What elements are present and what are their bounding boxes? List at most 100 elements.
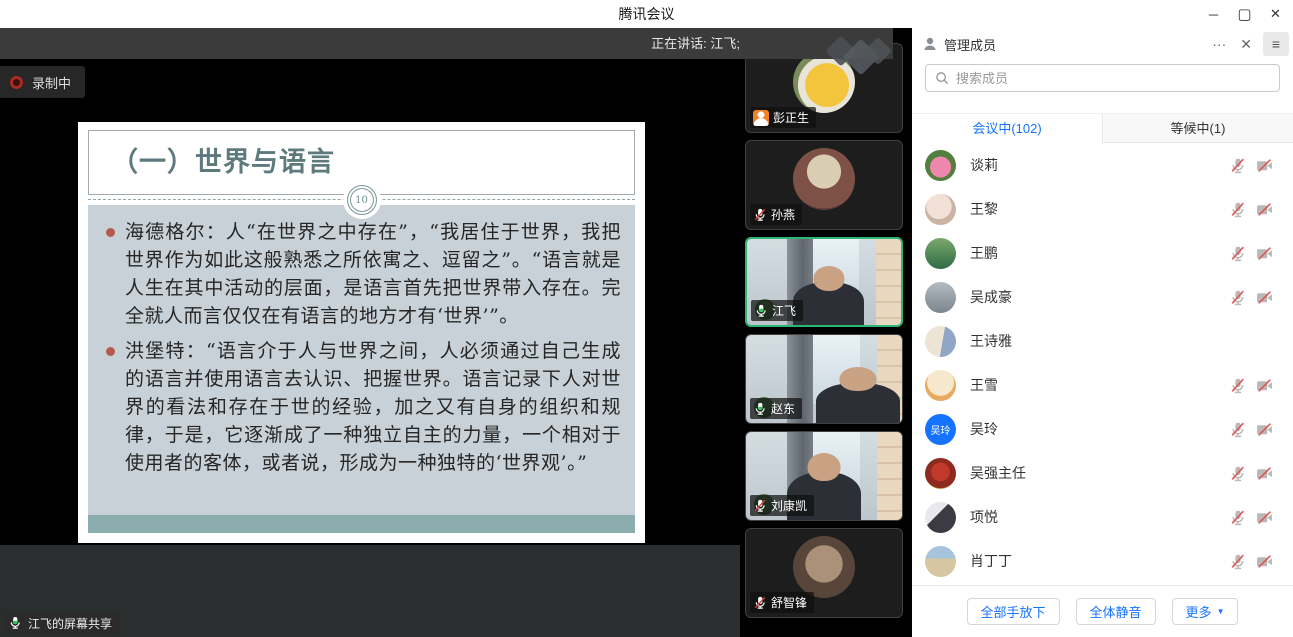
avatar: 吴玲	[925, 414, 956, 445]
member-row[interactable]: 肖丁丁	[912, 539, 1293, 583]
camera-off-icon[interactable]	[1256, 201, 1273, 218]
more-label: 更多	[1186, 602, 1212, 621]
video-thumbnail[interactable]: 舒智锋	[745, 528, 903, 618]
camera-off-icon[interactable]	[1256, 245, 1273, 262]
video-thumbnail[interactable]: 赵东	[745, 334, 903, 424]
participant-name: 刘康凯	[771, 497, 807, 514]
bullet-dot-icon	[106, 347, 115, 356]
member-row[interactable]: 吴强主任	[912, 451, 1293, 495]
active-speaker-bar: 正在讲话: 江飞;	[0, 28, 893, 59]
avatar	[793, 148, 855, 210]
camera-off-icon[interactable]	[1256, 421, 1273, 438]
avatar	[925, 326, 956, 357]
record-icon	[10, 76, 23, 89]
shared-screen-area: 正在讲话: 江飞; 录制中 （一）世界与语言 10 海德格尔：人“在世界之中存在…	[0, 28, 912, 637]
slide-footer-strip	[88, 515, 635, 533]
no-audio-icon	[753, 110, 769, 126]
avatar	[925, 458, 956, 489]
video-thumbnail[interactable]: 刘康凯	[745, 431, 903, 521]
participant-name-badge: 彭正生	[750, 107, 816, 128]
avatar	[925, 282, 956, 313]
screen-share-label: 江飞的屏幕共享	[28, 615, 112, 632]
member-name: 谈莉	[970, 155, 998, 175]
avatar	[925, 194, 956, 225]
member-row[interactable]: 王诗雅	[912, 319, 1293, 363]
mic-muted-icon[interactable]	[1229, 201, 1246, 218]
bullet-text: 洪堡特：“语言介于人与世界之间，人必须通过自己生成的语言并使用语言去认识、把握世…	[125, 337, 621, 477]
member-row[interactable]: 项悦	[912, 495, 1293, 539]
more-button[interactable]: 更多 ▼	[1172, 598, 1239, 625]
tab-in-meeting[interactable]: 会议中(102)	[912, 114, 1102, 143]
bullet-text: 海德格尔：人“在世界之中存在”，“我居住于世界，我把世界作为如此这般熟悉之所依寓…	[125, 218, 621, 330]
member-row[interactable]: 王黎	[912, 187, 1293, 231]
recording-label: 录制中	[32, 73, 71, 92]
search-input[interactable]	[926, 65, 1279, 91]
mic-muted-icon[interactable]	[1229, 377, 1246, 394]
panel-collapse-icon[interactable]: ≡	[1263, 32, 1289, 56]
avatar	[925, 150, 956, 181]
participant-name: 舒智锋	[771, 594, 807, 611]
member-row[interactable]: 谈莉	[912, 143, 1293, 187]
member-tabs: 会议中(102) 等候中(1)	[912, 113, 1293, 143]
mic-muted-icon[interactable]	[1229, 553, 1246, 570]
mute-all-button[interactable]: 全体静音	[1076, 598, 1156, 625]
video-thumbnail-speaking[interactable]: 江飞	[745, 237, 903, 327]
member-list[interactable]: 谈莉 王黎 王鹏	[912, 143, 1293, 585]
panel-close-icon[interactable]: ✕	[1233, 36, 1259, 53]
avatar	[793, 536, 855, 598]
participant-name-badge: 刘康凯	[750, 495, 814, 516]
member-row[interactable]: 吴成豪	[912, 275, 1293, 319]
panel-more-icon[interactable]: ···	[1205, 36, 1233, 52]
camera-off-icon[interactable]	[1256, 157, 1273, 174]
mic-muted-icon[interactable]	[1229, 245, 1246, 262]
chevron-down-icon: ▼	[1217, 607, 1225, 616]
mic-on-icon	[8, 616, 23, 631]
camera-off-icon[interactable]	[1256, 509, 1273, 526]
tencent-meeting-window: 腾讯会议 ─ ▢ ✕ 正在讲话: 江飞; 录制中 （一）世界与语言 10	[0, 0, 1293, 637]
member-name: 吴成豪	[970, 287, 1012, 307]
participant-name: 彭正生	[773, 109, 809, 126]
lower-all-hands-button[interactable]: 全部手放下	[967, 598, 1060, 625]
member-name: 王雪	[970, 375, 998, 395]
mic-on-icon	[753, 402, 767, 416]
participant-name: 江飞	[772, 302, 796, 319]
video-thumbnail[interactable]: 孙燕	[745, 140, 903, 230]
tab-waiting[interactable]: 等候中(1)	[1102, 114, 1293, 143]
bullet-dot-icon	[106, 228, 115, 237]
camera-off-icon[interactable]	[1256, 289, 1273, 306]
meeting-logo-watermark	[826, 32, 896, 76]
mic-muted-icon	[753, 499, 767, 513]
member-row[interactable]: 王雪	[912, 363, 1293, 407]
video-thumbnail-strip: 彭正生 孙燕 江飞	[745, 43, 903, 625]
member-name: 王鹏	[970, 243, 998, 263]
member-name: 项悦	[970, 507, 998, 527]
mic-muted-icon[interactable]	[1229, 465, 1246, 482]
search-box	[925, 64, 1280, 92]
member-row[interactable]: 吴玲 吴玲	[912, 407, 1293, 451]
camera-off-icon[interactable]	[1256, 377, 1273, 394]
close-icon[interactable]: ✕	[1260, 0, 1291, 28]
member-row[interactable]: 王鹏	[912, 231, 1293, 275]
panel-footer: 全部手放下 全体静音 更多 ▼	[912, 585, 1293, 637]
participant-name-badge: 舒智锋	[750, 592, 814, 613]
member-name: 王黎	[970, 199, 998, 219]
camera-off-icon[interactable]	[1256, 553, 1273, 570]
slide-body: 海德格尔：人“在世界之中存在”，“我居住于世界，我把世界作为如此这般熟悉之所依寓…	[88, 205, 635, 515]
participant-name: 赵东	[771, 400, 795, 417]
members-icon	[922, 36, 938, 52]
recording-indicator: 录制中	[0, 66, 85, 98]
camera-off-icon[interactable]	[1256, 465, 1273, 482]
maximize-icon[interactable]: ▢	[1229, 0, 1260, 28]
slide-bullet: 洪堡特：“语言介于人与世界之间，人必须通过自己生成的语言并使用语言去认识、把握世…	[104, 337, 621, 477]
mic-muted-icon[interactable]	[1229, 509, 1246, 526]
mic-muted-icon[interactable]	[1229, 421, 1246, 438]
member-name: 吴强主任	[970, 463, 1026, 483]
panel-header: 管理成员 ··· ✕ ≡	[912, 28, 1293, 60]
mic-muted-icon[interactable]	[1229, 289, 1246, 306]
minimize-icon[interactable]: ─	[1198, 0, 1229, 28]
mic-muted-icon	[753, 596, 767, 610]
mic-muted-icon[interactable]	[1229, 157, 1246, 174]
panel-title: 管理成员	[944, 35, 996, 54]
slide-page-number: 10	[347, 185, 377, 215]
avatar	[925, 546, 956, 577]
